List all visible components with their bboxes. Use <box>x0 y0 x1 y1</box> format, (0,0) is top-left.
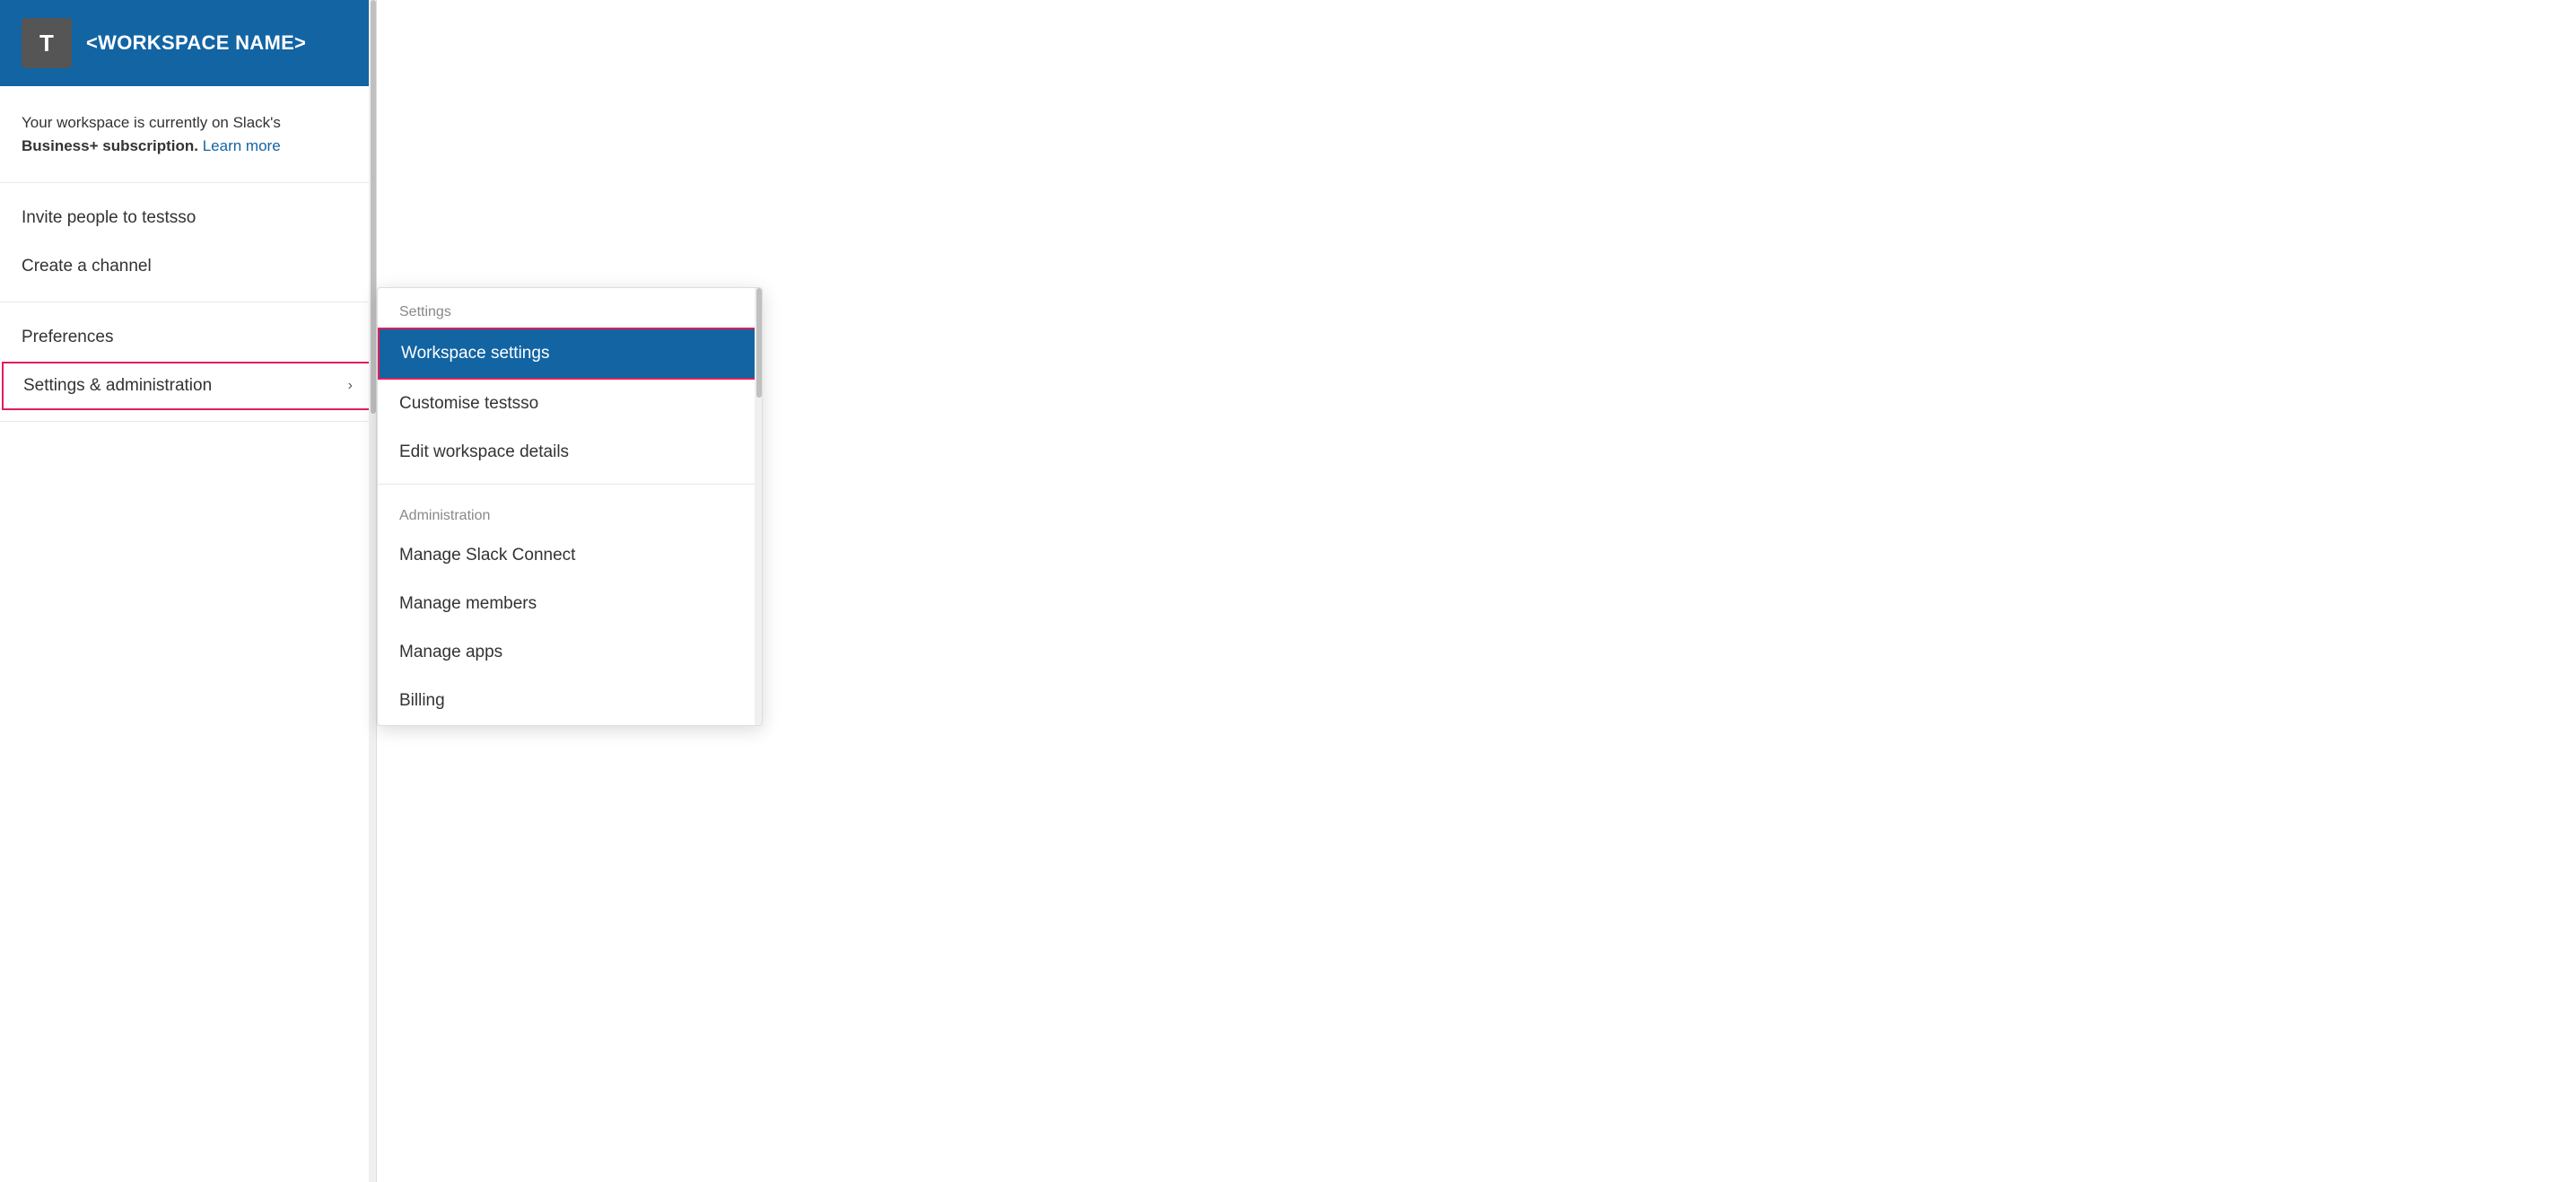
settings-section-label: Settings <box>378 288 762 328</box>
left-panel: T <WORKSPACE NAME> Your workspace is cur… <box>0 0 377 1182</box>
submenu-item-manage-apps[interactable]: Manage apps <box>378 628 762 677</box>
edit-workspace-label: Edit workspace details <box>399 442 569 461</box>
settings-admin-label: Settings & administration <box>23 376 212 396</box>
submenu-panel: Settings Workspace settings Customise te… <box>377 287 763 726</box>
menu-section-settings: Preferences Settings & administration › <box>0 302 376 422</box>
invite-label: Invite people to testsso <box>22 208 196 228</box>
manage-slack-connect-label: Manage Slack Connect <box>399 546 575 565</box>
workspace-avatar: T <box>22 18 72 68</box>
billing-label: Billing <box>399 691 445 710</box>
submenu-item-customise[interactable]: Customise testsso <box>378 380 762 428</box>
submenu-item-manage-members[interactable]: Manage members <box>378 580 762 628</box>
main-container: T <WORKSPACE NAME> Your workspace is cur… <box>0 0 2576 1182</box>
manage-apps-label: Manage apps <box>399 643 502 661</box>
customise-label: Customise testsso <box>399 394 538 413</box>
submenu-scrollbar[interactable] <box>755 288 762 725</box>
subscription-text-prefix: Your workspace is currently on Slack's <box>22 114 281 131</box>
settings-admin-chevron: › <box>348 378 353 394</box>
menu-item-create-channel[interactable]: Create a channel <box>0 242 376 291</box>
submenu-scrollbar-thumb <box>756 288 762 398</box>
menu-item-preferences[interactable]: Preferences <box>0 313 376 362</box>
workspace-settings-label: Workspace settings <box>401 344 549 363</box>
menu-section-actions: Invite people to testsso Create a channe… <box>0 183 376 302</box>
administration-section-label: Administration <box>378 492 762 531</box>
create-channel-label: Create a channel <box>22 257 152 276</box>
workspace-header[interactable]: T <WORKSPACE NAME> <box>0 0 376 86</box>
learn-more-link[interactable]: Learn more <box>203 137 281 154</box>
left-panel-scrollbar-thumb <box>371 0 376 414</box>
left-panel-scrollbar[interactable] <box>369 0 376 1182</box>
submenu-item-workspace-settings[interactable]: Workspace settings <box>378 328 762 380</box>
manage-members-label: Manage members <box>399 594 537 613</box>
avatar-letter: T <box>39 30 54 57</box>
menu-item-invite[interactable]: Invite people to testsso <box>0 194 376 242</box>
subscription-notice: Your workspace is currently on Slack's B… <box>0 86 376 183</box>
submenu-item-edit-workspace[interactable]: Edit workspace details <box>378 428 762 477</box>
menu-item-settings-admin[interactable]: Settings & administration › <box>2 362 374 410</box>
subscription-plan: Business+ subscription. <box>22 137 198 154</box>
workspace-name: <WORKSPACE NAME> <box>86 31 306 55</box>
submenu-divider <box>378 484 762 485</box>
preferences-label: Preferences <box>22 328 113 347</box>
submenu-item-billing[interactable]: Billing <box>378 677 762 725</box>
submenu-item-manage-slack-connect[interactable]: Manage Slack Connect <box>378 531 762 580</box>
